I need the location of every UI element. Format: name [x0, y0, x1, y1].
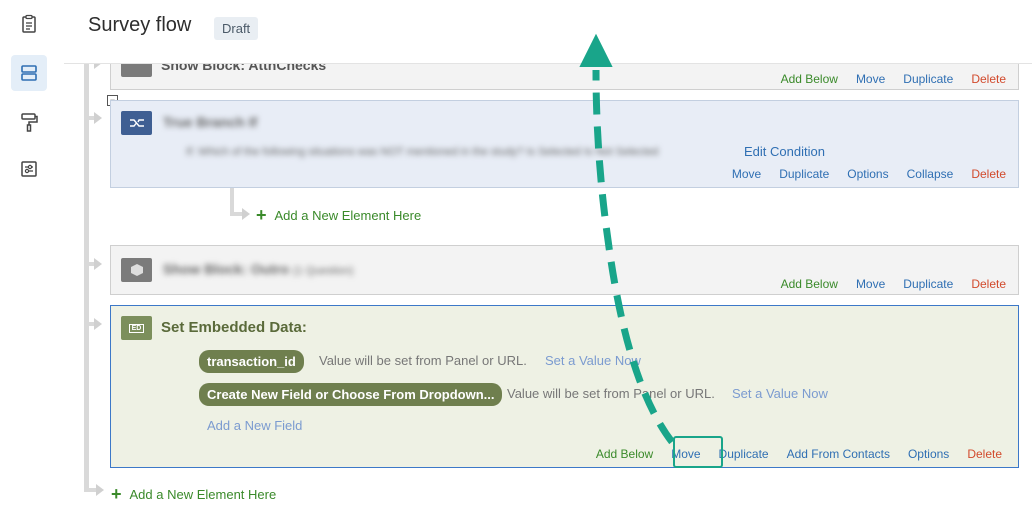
embedded-data-icon-text: ED: [128, 323, 145, 333]
block-label: Show Block: Outro (1 Question): [163, 261, 353, 277]
embedded-actions: Add Below Move Duplicate Add From Contac…: [578, 447, 1002, 461]
add-element-label: Add a New Element Here: [274, 208, 422, 223]
embedded-data-icon: ED: [121, 316, 152, 340]
page-header: Survey flow Draft: [64, 0, 1032, 56]
flow-block-outro[interactable]: Show Block: Outro (1 Question) Add Below…: [110, 245, 1019, 295]
set-value-link[interactable]: Set a Value Now: [732, 386, 828, 401]
page-title: Survey flow: [88, 14, 192, 36]
field-pill-new-field[interactable]: Create New Field or Choose From Dropdown…: [199, 383, 503, 406]
settings-sliders-icon[interactable]: [11, 151, 47, 187]
branch-add-element-link[interactable]: + Add a New Element Here: [256, 205, 421, 226]
add-element-label: Add a New Element Here: [129, 487, 277, 502]
branch-actions: Move Duplicate Options Collapse Delete: [714, 167, 1006, 181]
bottom-add-element-link[interactable]: + Add a New Element Here: [111, 484, 276, 505]
flow-block-embedded-data[interactable]: ED Set Embedded Data: transaction_id Val…: [110, 305, 1019, 468]
delete-button[interactable]: Delete: [971, 277, 1006, 291]
clipboard-icon[interactable]: [11, 6, 47, 42]
plus-icon: +: [111, 484, 122, 504]
options-button[interactable]: Options: [847, 167, 888, 181]
add-below-button[interactable]: Add Below: [781, 72, 838, 86]
move-button[interactable]: Move: [856, 277, 885, 291]
delete-button[interactable]: Delete: [971, 167, 1006, 181]
survey-flow-icon[interactable]: [11, 55, 47, 91]
add-new-field-link[interactable]: Add a New Field: [207, 418, 302, 433]
flow-arrow-icon: [96, 484, 104, 496]
left-nav-rail: [0, 0, 64, 517]
block-actions: Add Below Move Duplicate Delete: [763, 72, 1006, 86]
branch-condition: If: Which of the following situations wa…: [186, 146, 659, 158]
add-below-button[interactable]: Add Below: [781, 277, 838, 291]
flow-connector-line: [84, 56, 89, 492]
block-actions: Add Below Move Duplicate Delete: [763, 277, 1006, 291]
block-count: (1 Question): [292, 265, 354, 277]
move-highlight-box: [673, 436, 723, 468]
flow-arrow-icon: [94, 112, 102, 124]
set-value-link[interactable]: Set a Value Now: [545, 353, 641, 368]
branch-label: True Branch If: [163, 114, 258, 130]
block-cube-icon: [121, 258, 152, 282]
status-badge: Draft: [214, 17, 259, 40]
embedded-data-title: Set Embedded Data:: [161, 319, 307, 336]
field-pill-transaction-id[interactable]: transaction_id: [199, 350, 304, 373]
field-value-text: Value will be set from Panel or URL.: [507, 386, 715, 401]
block-label-text: Show Block: Outro: [163, 261, 289, 277]
move-button[interactable]: Move: [732, 167, 761, 181]
plus-icon: +: [256, 205, 267, 225]
options-button[interactable]: Options: [908, 447, 949, 461]
delete-button[interactable]: Delete: [967, 447, 1002, 461]
duplicate-button[interactable]: Duplicate: [903, 72, 953, 86]
collapse-button[interactable]: Collapse: [907, 167, 954, 181]
duplicate-button[interactable]: Duplicate: [779, 167, 829, 181]
duplicate-button[interactable]: Duplicate: [719, 447, 769, 461]
flow-arrow-icon: [242, 208, 250, 220]
move-button[interactable]: Move: [856, 72, 885, 86]
branch-icon: [121, 111, 152, 135]
duplicate-button[interactable]: Duplicate: [903, 277, 953, 291]
delete-button[interactable]: Delete: [971, 72, 1006, 86]
add-from-contacts-button[interactable]: Add From Contacts: [787, 447, 890, 461]
field-value-text: Value will be set from Panel or URL.: [319, 353, 527, 368]
flow-block-branch[interactable]: True Branch If If: Which of the followin…: [110, 100, 1019, 188]
add-below-button[interactable]: Add Below: [596, 447, 653, 461]
flow-arrow-icon: [94, 318, 102, 330]
flow-arrow-icon: [94, 258, 102, 270]
edit-condition-link[interactable]: Edit Condition: [744, 144, 825, 159]
paint-roller-icon[interactable]: [11, 104, 47, 140]
